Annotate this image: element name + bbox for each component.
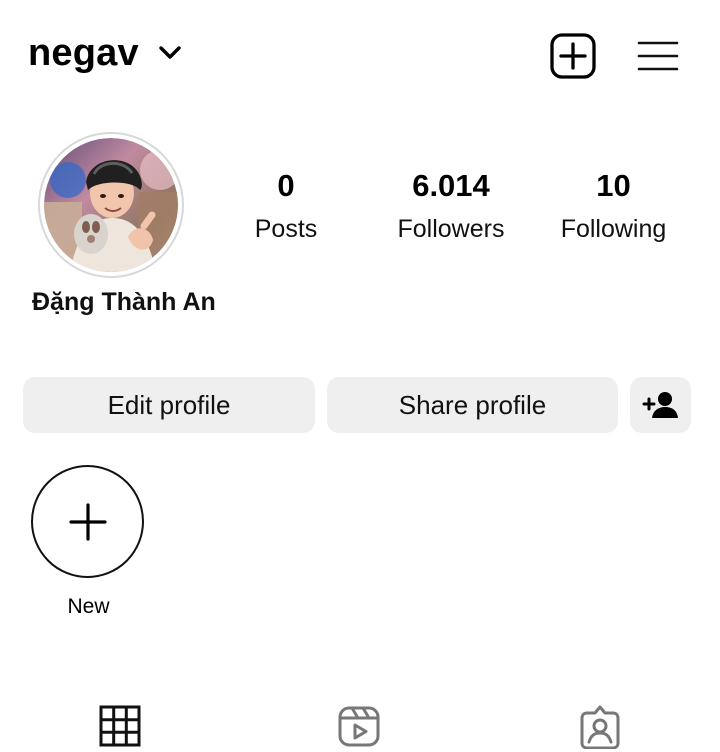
profile-avatar[interactable] [38, 132, 184, 278]
followers-count-value: 6.014 [412, 168, 490, 203]
tagged-person-icon [580, 705, 620, 749]
following-count[interactable]: 10 Following [551, 168, 676, 246]
profile-content-tabs [0, 700, 720, 752]
tab-tagged[interactable] [577, 703, 623, 749]
display-name: Đặng Thành An [32, 288, 216, 316]
profile-stats: 0 Posts 6.014 Followers 10 Following [226, 168, 696, 248]
posts-count[interactable]: 0 Posts [226, 168, 346, 246]
username: negav [28, 32, 139, 74]
account-switcher[interactable]: negav [28, 34, 183, 72]
posts-count-value: 0 [277, 168, 295, 203]
discover-people-button[interactable] [630, 377, 691, 433]
new-highlight-circle[interactable] [31, 465, 144, 578]
new-highlight-label: New [67, 595, 110, 618]
new-highlight-button[interactable]: New [31, 465, 146, 618]
tab-reels[interactable] [336, 703, 382, 749]
hamburger-menu-icon [637, 41, 679, 71]
grid-icon [99, 705, 141, 747]
edit-profile-button[interactable]: Edit profile [23, 377, 315, 433]
followers-count-label: Followers [397, 215, 505, 243]
profile-screen: negav 0 Posts 6.014 Followers 10 Followi… [0, 0, 720, 752]
tab-grid[interactable] [97, 703, 143, 749]
following-count-label: Following [560, 215, 667, 243]
chevron-down-icon [157, 44, 183, 62]
posts-count-label: Posts [254, 215, 318, 243]
add-person-icon [642, 392, 678, 418]
plus-icon [68, 502, 107, 541]
share-profile-button[interactable]: Share profile [327, 377, 618, 433]
menu-button[interactable] [637, 38, 679, 74]
followers-count[interactable]: 6.014 Followers [386, 168, 516, 246]
following-count-value: 10 [596, 168, 631, 203]
reels-icon [338, 706, 380, 747]
create-post-button[interactable] [550, 33, 596, 79]
plus-square-icon [550, 33, 596, 79]
profile-header: negav [0, 0, 720, 110]
profile-avatar-image [44, 138, 178, 272]
